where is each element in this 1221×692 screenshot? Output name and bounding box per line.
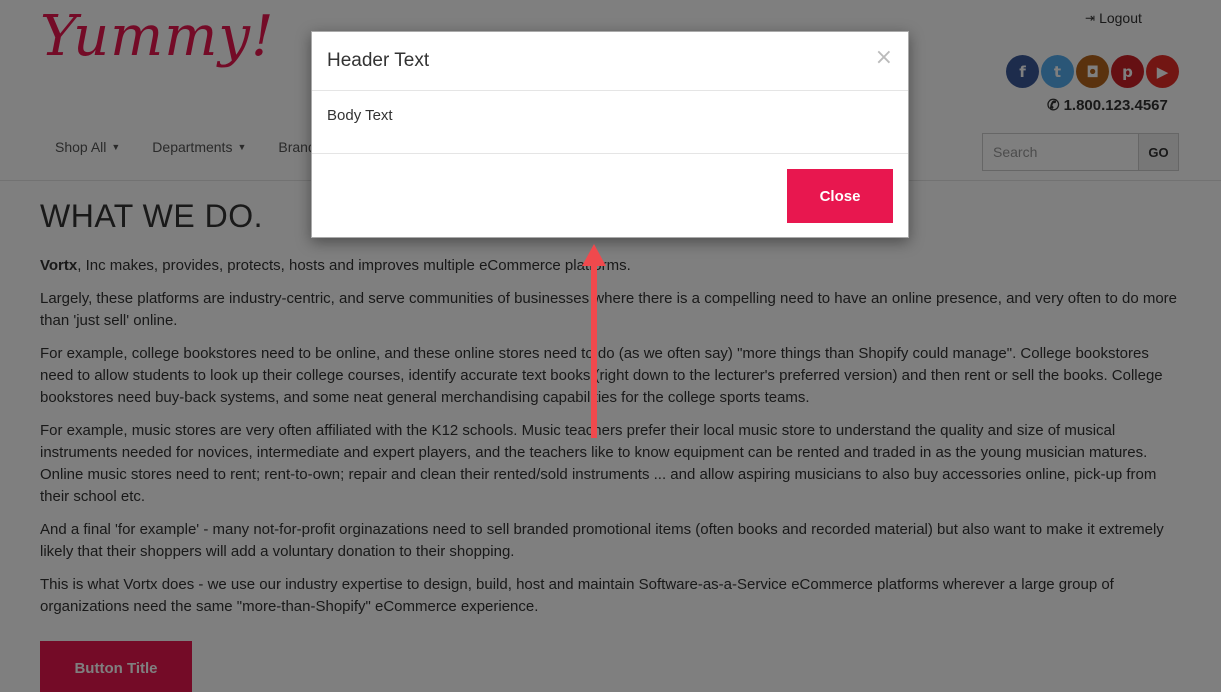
close-icon[interactable]: ×	[875, 45, 893, 70]
modal-dialog: Header Text × Body Text Close	[311, 31, 909, 238]
modal-footer: Close	[312, 154, 908, 238]
modal-body: Body Text	[312, 91, 908, 154]
close-button[interactable]: Close	[787, 169, 893, 223]
modal-header: Header Text ×	[312, 32, 908, 91]
annotation-arrow-icon	[582, 244, 606, 438]
modal-title: Header Text	[327, 50, 430, 71]
